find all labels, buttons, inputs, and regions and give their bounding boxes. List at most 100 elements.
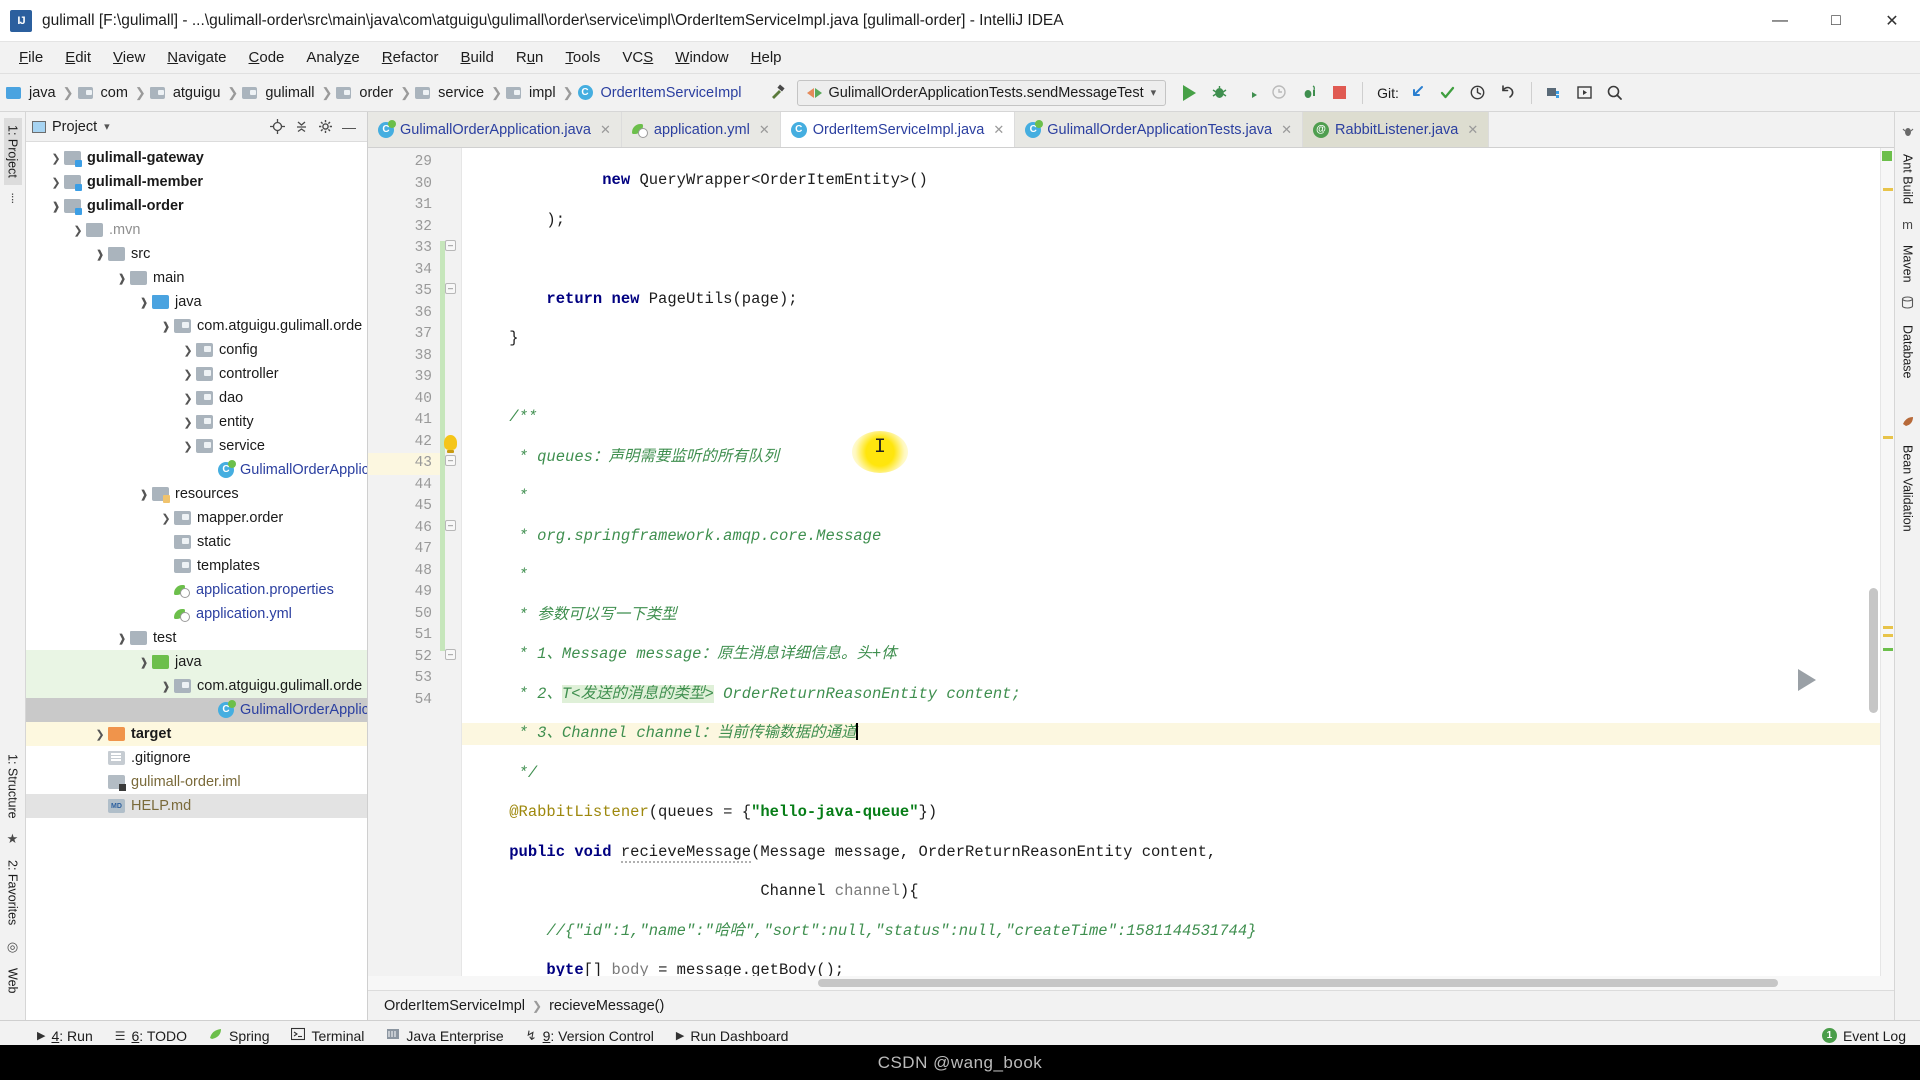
editor-tab-gulimallorderapplicationtests[interactable]: C GulimallOrderApplicationTests.java ✕	[1015, 112, 1304, 147]
tree-row-gitignore[interactable]: ❯ .gitignore	[26, 746, 367, 770]
video-play-overlay-icon[interactable]	[1768, 644, 1840, 716]
tree-row-package-main[interactable]: ❱ com.atguigu.gulimall.orde	[26, 314, 367, 338]
menu-view[interactable]: View	[102, 45, 156, 70]
chevron-right-icon[interactable]: ❯	[92, 728, 108, 741]
tree-row-src[interactable]: ❱ src	[26, 242, 367, 266]
code-folding-bar[interactable]: – – – – –	[440, 148, 462, 976]
tree-row-main[interactable]: ❱ main	[26, 266, 367, 290]
stripe-mark-info[interactable]	[1883, 648, 1893, 651]
tree-row-dao[interactable]: ❯ dao	[26, 386, 367, 410]
breadcrumb-method[interactable]: recieveMessage()	[549, 998, 664, 1014]
tree-row-test-java[interactable]: ❱ java	[26, 650, 367, 674]
chevron-down-icon[interactable]: ❱	[114, 272, 130, 285]
toolwindow-todo[interactable]: ☰ 6: TODO	[104, 1025, 198, 1047]
chevron-right-icon[interactable]: ❯	[158, 512, 174, 525]
toolwindow-java-enterprise[interactable]: Java Enterprise	[375, 1024, 514, 1047]
stripe-mark-warning[interactable]	[1883, 634, 1893, 637]
tree-row-application-properties[interactable]: ❯ application.properties	[26, 578, 367, 602]
chevron-down-icon[interactable]: ❱	[48, 200, 64, 213]
update-project-button[interactable]	[1403, 79, 1433, 107]
stop-button[interactable]	[1324, 79, 1354, 107]
code-editor[interactable]: 29 30 31 32 33 34 35 36 37 38 39 40 41 4…	[368, 148, 1894, 976]
sidebar-tab-structure[interactable]: 1: Structure	[4, 747, 22, 826]
tree-row-controller[interactable]: ❯ controller	[26, 362, 367, 386]
search-everywhere-button[interactable]	[1600, 79, 1630, 107]
chevron-right-icon[interactable]: ❯	[180, 440, 196, 453]
tree-row-gulimall-gateway[interactable]: ❯ gulimall-gateway	[26, 146, 367, 170]
tree-row-mvn[interactable]: ❯ .mvn	[26, 218, 367, 242]
chevron-down-icon[interactable]: ❱	[136, 656, 152, 669]
horizontal-scrollbar[interactable]	[818, 979, 1778, 987]
tree-row-entity[interactable]: ❯ entity	[26, 410, 367, 434]
menu-run[interactable]: Run	[505, 45, 555, 70]
editor-tab-rabbitlistener[interactable]: @ RabbitListener.java ✕	[1303, 112, 1490, 147]
project-tree[interactable]: ❯ gulimall-gateway ❯ gulimall-member ❱ g…	[26, 142, 367, 1020]
minimize-button[interactable]: —	[1752, 0, 1808, 42]
attach-debugger-button[interactable]	[1294, 79, 1324, 107]
breadcrumb-order[interactable]: order	[336, 83, 396, 103]
sidebar-tab-bean-validation[interactable]: Bean Validation	[1899, 438, 1917, 539]
close-icon[interactable]: ✕	[1467, 122, 1478, 138]
project-structure-button[interactable]	[1540, 79, 1570, 107]
debug-button[interactable]	[1204, 79, 1234, 107]
sidebar-tab-project[interactable]: 1: Project	[3, 118, 22, 185]
tree-row-gulimall-order[interactable]: ❱ gulimall-order	[26, 194, 367, 218]
fold-icon[interactable]: –	[445, 283, 456, 294]
menu-help[interactable]: Help	[740, 45, 793, 70]
horizontal-scrollbar-track[interactable]	[368, 976, 1894, 990]
breadcrumb-orderitemserviceimpl[interactable]: C OrderItemServiceImpl	[577, 83, 745, 103]
tree-row-application-yml[interactable]: ❯ application.yml	[26, 602, 367, 626]
tree-row-resources[interactable]: ❱ resources	[26, 482, 367, 506]
breadcrumb-atguigu[interactable]: atguigu	[149, 83, 224, 103]
chevron-down-icon[interactable]: ▾	[104, 120, 110, 133]
chevron-down-icon[interactable]: ❱	[158, 320, 174, 333]
toolwindow-run-dashboard[interactable]: ▶ Run Dashboard	[665, 1025, 800, 1047]
tree-row-target[interactable]: ❯ target	[26, 722, 367, 746]
chevron-down-icon[interactable]: ❱	[158, 680, 174, 693]
chevron-down-icon[interactable]: ❱	[136, 296, 152, 309]
tree-row-package-test[interactable]: ❱ com.atguigu.gulimall.orde	[26, 674, 367, 698]
inspection-status-icon[interactable]	[1882, 151, 1892, 161]
locate-icon[interactable]	[265, 115, 289, 139]
event-log-button[interactable]: 1 Event Log	[1808, 1025, 1920, 1047]
editor-tab-orderitemserviceimpl[interactable]: C OrderItemServiceImpl.java ✕	[780, 112, 1016, 147]
tree-row-static[interactable]: ❯ static	[26, 530, 367, 554]
menu-analyze[interactable]: Analyze	[295, 45, 370, 70]
intention-bulb-icon[interactable]	[444, 435, 457, 453]
toolwindow-spring[interactable]: Spring	[198, 1024, 280, 1047]
sidebar-tab-web[interactable]: Web	[4, 961, 22, 1000]
profiler-button[interactable]	[1264, 79, 1294, 107]
run-with-coverage-button[interactable]	[1234, 79, 1264, 107]
toolwindow-run[interactable]: ▶ 4: Run	[26, 1025, 104, 1047]
error-stripe[interactable]	[1869, 148, 1894, 976]
breadcrumb-class[interactable]: OrderItemServiceImpl	[376, 998, 525, 1014]
close-icon[interactable]: ✕	[600, 122, 611, 138]
chevron-right-icon[interactable]: ❯	[180, 344, 196, 357]
menu-refactor[interactable]: Refactor	[371, 45, 450, 70]
stripe-mark-warning[interactable]	[1883, 626, 1893, 629]
code-text[interactable]: new QueryWrapper<OrderItemEntity>() ); r…	[462, 148, 1880, 976]
tree-row-mapper-order[interactable]: ❯ mapper.order	[26, 506, 367, 530]
chevron-right-icon[interactable]: ❯	[180, 416, 196, 429]
chevron-right-icon[interactable]: ❯	[48, 152, 64, 165]
breadcrumb-impl[interactable]: impl	[506, 83, 559, 103]
fold-icon[interactable]: –	[445, 649, 456, 660]
collapse-all-icon[interactable]	[289, 115, 313, 139]
menu-file[interactable]: File	[8, 45, 54, 70]
menu-vcs[interactable]: VCS	[611, 45, 664, 70]
tree-row-config[interactable]: ❯ config	[26, 338, 367, 362]
menu-window[interactable]: Window	[664, 45, 739, 70]
chevron-down-icon[interactable]: ❱	[92, 248, 108, 261]
fold-icon[interactable]: –	[445, 240, 456, 251]
breadcrumb-java[interactable]: java	[6, 83, 59, 103]
close-icon[interactable]: ✕	[759, 122, 770, 138]
chevron-down-icon[interactable]: ❱	[114, 632, 130, 645]
history-button[interactable]	[1463, 79, 1493, 107]
gear-icon[interactable]	[313, 115, 337, 139]
commit-button[interactable]	[1433, 79, 1463, 107]
close-icon[interactable]: ✕	[993, 122, 1004, 138]
tree-row-gulimall-member[interactable]: ❯ gulimall-member	[26, 170, 367, 194]
breadcrumb-service[interactable]: service	[415, 83, 487, 103]
stripe-mark-warning[interactable]	[1883, 436, 1893, 439]
close-icon[interactable]: ✕	[1281, 122, 1292, 138]
